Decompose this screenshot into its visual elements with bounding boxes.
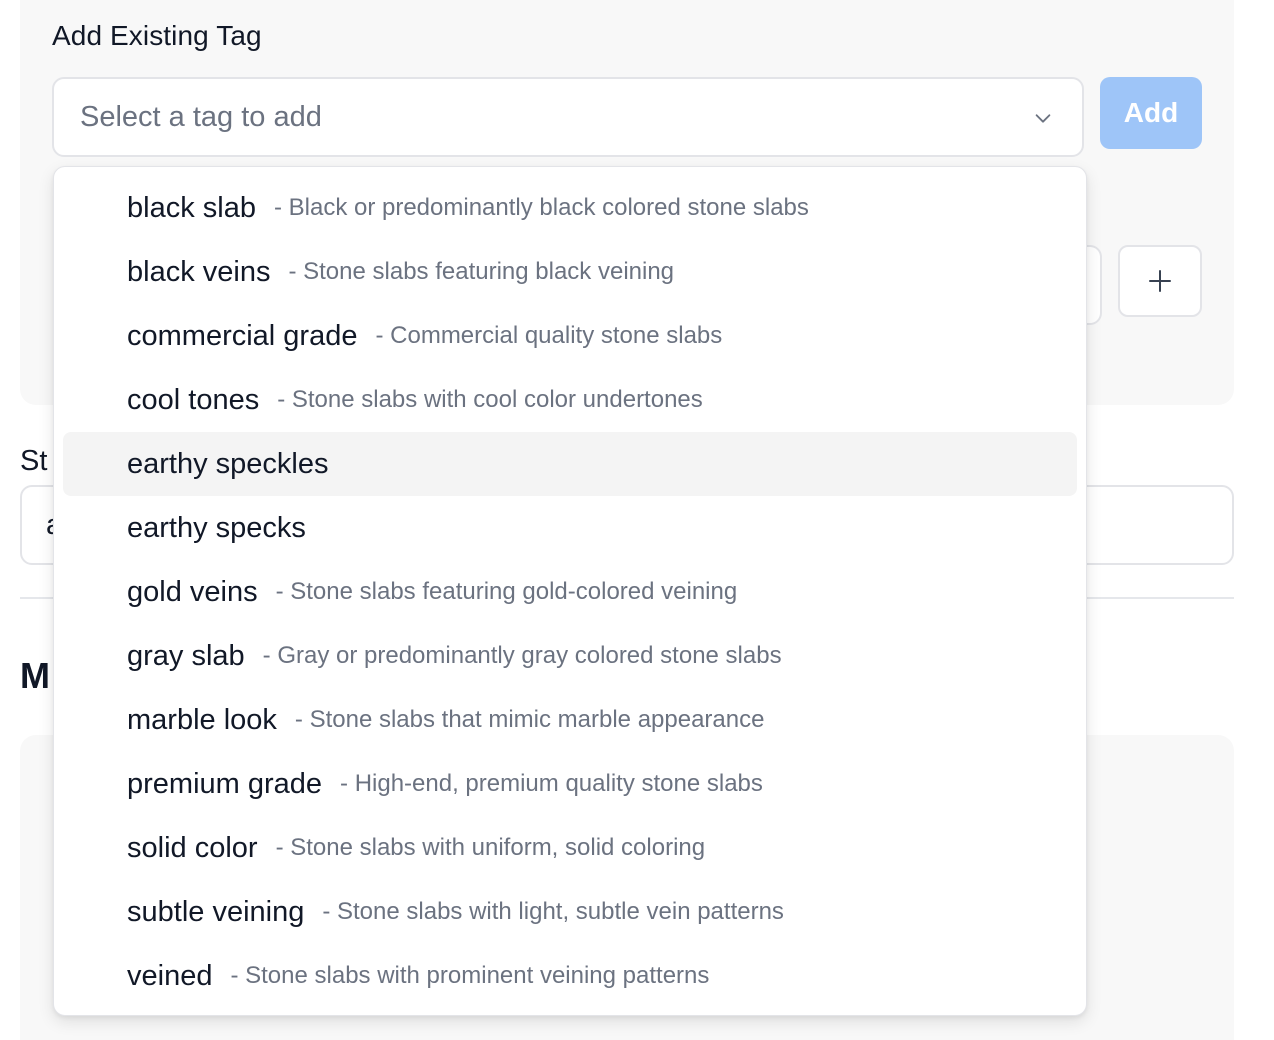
tag-option-name: cool tones — [127, 383, 260, 416]
chevron-down-icon — [1035, 114, 1051, 123]
tag-option-name: commercial grade — [127, 319, 358, 352]
tag-option-description: - Gray or predominantly gray colored sto… — [262, 642, 782, 669]
tag-option-name: earthy speckles — [127, 447, 329, 480]
tag-option-description: - Stone slabs featuring gold-colored vei… — [275, 578, 738, 605]
tag-option-description: - Stone slabs with light, subtle vein pa… — [322, 898, 784, 925]
tag-option-name: gray slab — [127, 639, 245, 672]
tag-option[interactable]: gold veins - Stone slabs featuring gold-c… — [63, 560, 1077, 624]
tag-option-name: black veins — [127, 255, 271, 288]
create-tag-button[interactable] — [1118, 245, 1202, 317]
tag-option-description: - Stone slabs that mimic marble appearan… — [294, 706, 765, 733]
tag-option[interactable]: earthy specks — [63, 496, 1077, 560]
tag-option-description: - Stone slabs with cool color undertones — [277, 386, 703, 413]
tag-option-description: - Black or predominantly black colored s… — [273, 194, 809, 221]
tag-select[interactable]: Select a tag to add — [52, 77, 1084, 157]
add-tag-button[interactable]: Add — [1100, 77, 1202, 149]
section-heading: M — [20, 655, 50, 696]
tag-option[interactable]: black slab - Black or predominantly black… — [63, 176, 1077, 240]
tag-option-name: black slab — [127, 191, 256, 224]
tag-option-name: premium grade — [127, 767, 323, 800]
tag-option[interactable]: veined - Stone slabs with prominent veini… — [63, 944, 1077, 1008]
tag-option[interactable]: subtle veining - Stone slabs with light, … — [63, 880, 1077, 944]
tag-option-name: marble look — [127, 703, 277, 736]
page: Add Existing Tag Select a tag to add Add… — [0, 0, 1274, 1040]
tag-option-name: veined — [127, 959, 213, 992]
tag-option[interactable]: black veins - Stone slabs featuring black… — [63, 240, 1077, 304]
tag-option[interactable]: earthy speckles — [63, 432, 1077, 496]
tag-option-description: - Stone slabs with uniform, solid colori… — [275, 834, 706, 861]
tag-select-placeholder: Select a tag to add — [80, 101, 322, 133]
tag-option-description: - High-end, premium quality stone slabs — [340, 770, 763, 797]
add-existing-tag-title: Add Existing Tag — [52, 20, 262, 51]
tag-option-name: gold veins — [127, 575, 258, 608]
tag-option[interactable]: solid color - Stone slabs with uniform, s… — [63, 816, 1077, 880]
tag-option[interactable]: cool tones - Stone slabs with cool color … — [63, 368, 1077, 432]
tag-dropdown-menu: black slab - Black or predominantly black… — [53, 166, 1087, 1016]
tag-option[interactable]: commercial grade - Commercial quality sto… — [63, 304, 1077, 368]
tag-option-description: - Commercial quality stone slabs — [375, 322, 723, 349]
tag-option-description: - Stone slabs featuring black veining — [288, 258, 675, 285]
tag-option-name: subtle veining — [127, 895, 305, 928]
tag-option[interactable]: premium grade - High-end, premium quality… — [63, 752, 1077, 816]
tag-option[interactable]: marble look - Stone slabs that mimic marb… — [63, 688, 1077, 752]
tag-option[interactable]: gray slab - Gray or predominantly gray co… — [63, 624, 1077, 688]
tag-option-name: solid color — [127, 831, 258, 864]
plus-icon — [1149, 270, 1171, 292]
tag-option-name: earthy specks — [127, 511, 306, 544]
tag-option-description: - Stone slabs with prominent veining pat… — [230, 962, 710, 989]
stone-field-label: St — [20, 445, 48, 477]
